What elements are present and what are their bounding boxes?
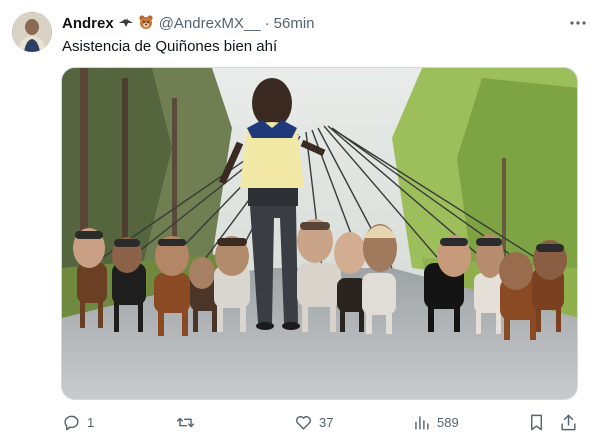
action-bar: 1 37 589 [62, 410, 582, 434]
tweet-text: Asistencia de Quiñones bien ahí [62, 38, 278, 55]
views-count: 589 [437, 414, 459, 430]
like-count: 37 [319, 414, 334, 430]
reply-button[interactable]: 1 [62, 410, 94, 434]
avatar-image [12, 12, 52, 52]
reply-count: 1 [87, 414, 95, 430]
separator-dot: · [264, 14, 270, 32]
more-options-button[interactable] [567, 12, 589, 34]
share-icon [561, 414, 576, 430]
tweet-header: Andrex @AndrexMX__ · 56min [62, 12, 315, 34]
views-button[interactable]: 589 [412, 410, 459, 434]
tweet-image[interactable] [61, 67, 578, 400]
like-button[interactable]: 37 [294, 410, 333, 434]
share-button[interactable] [559, 410, 578, 434]
bookmark-icon [531, 414, 542, 430]
retweet-button[interactable] [176, 410, 201, 434]
reply-icon [64, 415, 79, 430]
meme-image [62, 68, 577, 399]
more-icon [570, 21, 586, 25]
bookmark-button[interactable] [527, 410, 546, 434]
author-display-name[interactable]: Andrex [62, 15, 114, 32]
eagle-emoji-icon [118, 14, 134, 33]
avatar[interactable] [12, 12, 52, 52]
retweet-icon [176, 417, 195, 427]
tweet-card[interactable]: Andrex @AndrexMX__ · 56min Asistencia de… [0, 0, 603, 445]
like-icon [296, 415, 311, 430]
bear-emoji-icon [138, 14, 154, 33]
timestamp[interactable]: 56min [274, 15, 315, 32]
author-handle[interactable]: @AndrexMX__ [159, 15, 261, 32]
views-icon [415, 415, 429, 430]
